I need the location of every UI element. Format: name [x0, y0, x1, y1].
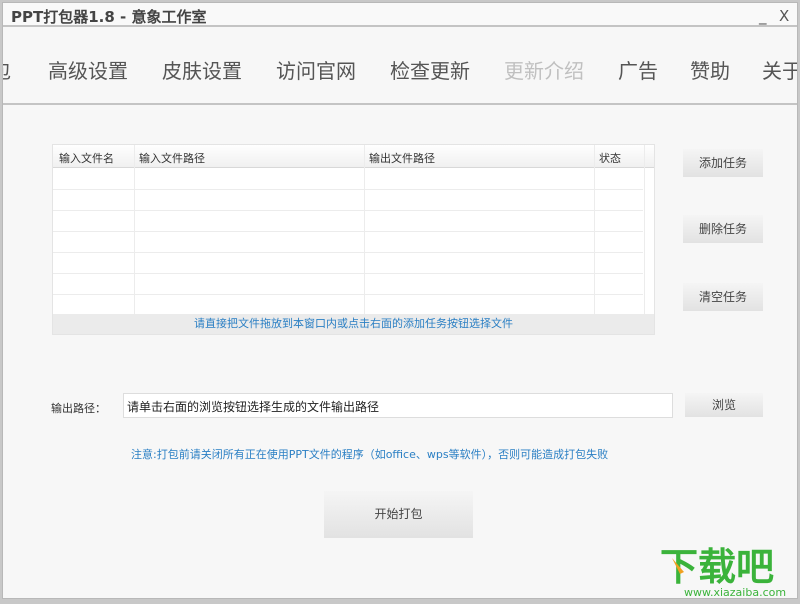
nav-item-sponsor[interactable]: 赞助 — [690, 55, 730, 84]
table-header: 输入文件名 输入文件路径 输出文件路径 状态 — [53, 145, 654, 168]
task-table[interactable]: 输入文件名 输入文件路径 输出文件路径 状态 请直接把文件拖放到本窗口内或点击右… — [52, 144, 655, 335]
column-divider — [134, 145, 135, 315]
column-header-status[interactable]: 状态 — [599, 150, 621, 166]
add-task-button[interactable]: 添加任务 — [683, 149, 763, 177]
window-title: PPT打包器1.8 - 意象工作室 — [11, 8, 207, 26]
title-bar: PPT打包器1.8 - 意象工作室 _ X — [3, 3, 797, 27]
nav-item-skin-settings[interactable]: 皮肤设置 — [162, 55, 242, 84]
row-divider — [53, 210, 643, 211]
column-divider — [364, 145, 365, 315]
nav-item-check-update[interactable]: 检查更新 — [390, 55, 470, 84]
nav-item-visit-website[interactable]: 访问官网 — [276, 55, 356, 84]
row-divider — [53, 273, 643, 274]
nav-item-advanced-settings[interactable]: 高级设置 — [48, 55, 128, 84]
app-window: PPT打包器1.8 - 意象工作室 _ X 包 高级设置 皮肤设置 访问官网 检… — [2, 2, 798, 599]
start-package-button[interactable]: 开始打包 — [324, 491, 473, 538]
row-divider — [53, 252, 643, 253]
row-divider — [53, 294, 643, 295]
download-logo-icon: 下载吧 www.xiazaiba.com — [660, 545, 786, 599]
browse-button[interactable]: 浏览 — [685, 393, 763, 417]
nav-item-about[interactable]: 关于 — [762, 55, 797, 84]
nav-item-update-intro[interactable]: 更新介绍 — [504, 55, 584, 84]
column-header-input-path[interactable]: 输入文件路径 — [139, 150, 205, 166]
row-divider — [53, 189, 643, 190]
svg-text:www.xiazaiba.com: www.xiazaiba.com — [684, 586, 786, 599]
warning-note: 注意:打包前请关闭所有正在使用PPT文件的程序（如office、wps等软件），… — [131, 448, 609, 461]
output-path-label: 输出路径： — [51, 402, 106, 415]
minimize-button[interactable]: _ — [759, 7, 767, 25]
nav-item-package[interactable]: 包 — [3, 55, 11, 84]
column-header-input-name[interactable]: 输入文件名 — [59, 150, 114, 166]
close-button[interactable]: X — [779, 7, 789, 25]
nav-item-ads[interactable]: 广告 — [618, 55, 658, 84]
delete-task-button[interactable]: 删除任务 — [683, 215, 763, 243]
column-header-output-path[interactable]: 输出文件路径 — [369, 150, 435, 166]
column-divider — [594, 145, 595, 315]
row-divider — [53, 231, 643, 232]
nav-menu: 包 高级设置 皮肤设置 访问官网 检查更新 更新介绍 广告 赞助 关于 — [3, 29, 797, 105]
output-path-input[interactable]: 请单击右面的浏览按钮选择生成的文件输出路径 — [123, 393, 673, 418]
clear-tasks-button[interactable]: 清空任务 — [683, 283, 763, 311]
column-divider — [644, 145, 645, 315]
xiazaiba-watermark: 下载吧 www.xiazaiba.com — [658, 540, 798, 600]
drop-hint: 请直接把文件拖放到本窗口内或点击右面的添加任务按钮选择文件 — [53, 314, 654, 334]
